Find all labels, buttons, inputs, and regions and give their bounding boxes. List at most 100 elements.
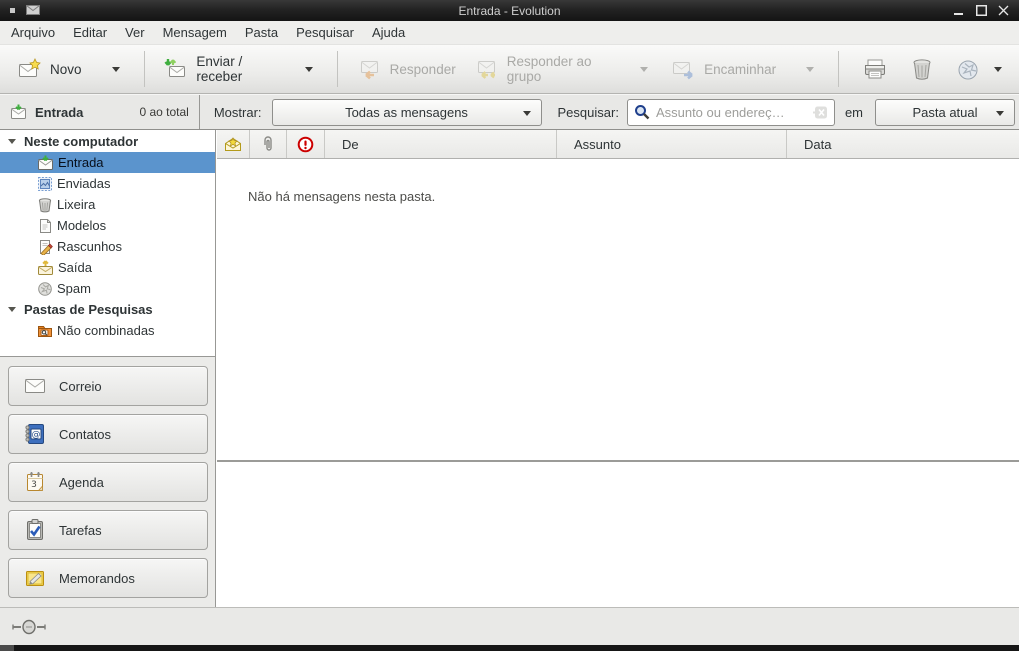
forward-icon <box>671 57 695 81</box>
title-bar: Entrada - Evolution <box>0 0 1019 21</box>
switcher-label: Tarefas <box>59 523 102 538</box>
show-label: Mostrar: <box>214 105 262 120</box>
message-list[interactable]: Não há mensagens nesta pasta. <box>217 159 1019 460</box>
trash-icon <box>910 57 934 81</box>
memos-icon <box>23 566 47 590</box>
junk-icon <box>956 57 980 81</box>
templates-icon <box>37 218 53 234</box>
menu-pasta[interactable]: Pasta <box>236 22 287 43</box>
menu-arquivo[interactable]: Arquivo <box>2 22 64 43</box>
show-filter-dropdown[interactable]: Todas as mensagens <box>272 99 542 126</box>
menu-ajuda[interactable]: Ajuda <box>363 22 414 43</box>
tree-group-this-computer[interactable]: Neste computador <box>0 131 215 152</box>
folder-item-saida[interactable]: Saída <box>0 257 215 278</box>
drafts-icon <box>37 239 53 255</box>
folder-item-rascunhos[interactable]: Rascunhos <box>0 236 215 257</box>
menu-pesquisar[interactable]: Pesquisar <box>287 22 363 43</box>
switcher-contacts-button[interactable]: @ Contatos <box>8 414 208 454</box>
send-receive-label: Enviar / receber <box>196 54 274 84</box>
toolbar-separator <box>838 51 839 87</box>
reply-label: Responder <box>390 62 456 77</box>
send-receive-dropdown-arrow[interactable] <box>300 63 318 76</box>
new-button[interactable]: Novo <box>8 50 134 88</box>
expander-icon[interactable] <box>8 307 16 312</box>
folder-item-modelos[interactable]: Modelos <box>0 215 215 236</box>
toolbar-separator <box>337 51 338 87</box>
menu-editar[interactable]: Editar <box>64 22 116 43</box>
search-scope-dropdown[interactable]: Pasta atual <box>875 99 1015 126</box>
print-button[interactable] <box>853 50 897 88</box>
svg-text:3: 3 <box>31 480 37 490</box>
reply-icon <box>357 57 381 81</box>
expander-icon[interactable] <box>8 139 16 144</box>
switcher-mail-button[interactable]: Correio <box>8 366 208 406</box>
group-label: Pastas de Pesquisas <box>24 302 153 317</box>
folder-name: Entrada <box>35 105 83 120</box>
toolbar-overflow-arrow[interactable] <box>989 63 1007 76</box>
delete-button[interactable] <box>901 50 943 88</box>
reply-group-label: Responder ao grupo <box>507 54 610 84</box>
column-date[interactable]: Data <box>787 130 1019 158</box>
switcher-label: Contatos <box>59 427 111 442</box>
reply-group-icon <box>474 57 498 81</box>
trash-icon <box>37 197 53 213</box>
tree-group-search-folders[interactable]: Pastas de Pesquisas <box>0 299 215 320</box>
new-dropdown-arrow[interactable] <box>107 63 125 76</box>
window-menu-dot-icon[interactable] <box>10 8 15 13</box>
switcher-label: Agenda <box>59 475 104 490</box>
empty-folder-message: Não há mensagens nesta pasta. <box>248 189 435 204</box>
folder-bar: Entrada 0 ao total Mostrar: Todas as men… <box>0 94 1019 130</box>
new-mail-icon <box>17 57 41 81</box>
switcher-label: Memorandos <box>59 571 135 586</box>
reply-group-button[interactable]: Responder ao grupo <box>465 50 662 88</box>
switcher-calendar-button[interactable]: 3 Agenda <box>8 462 208 502</box>
spam-icon <box>37 281 53 297</box>
folder-label: Modelos <box>57 218 106 233</box>
column-subject-label: Assunto <box>574 137 621 152</box>
forward-dropdown-arrow[interactable] <box>801 63 819 76</box>
clear-search-icon[interactable] <box>813 106 828 119</box>
column-attachment[interactable] <box>250 130 287 158</box>
reply-group-dropdown-arrow[interactable] <box>635 63 653 76</box>
folder-item-lixeira[interactable]: Lixeira <box>0 194 215 215</box>
close-button[interactable] <box>995 3 1011 18</box>
column-status[interactable] <box>217 130 250 158</box>
online-status-button[interactable] <box>12 619 48 635</box>
column-subject[interactable]: Assunto <box>557 130 787 158</box>
switcher-label: Correio <box>59 379 102 394</box>
view-switcher: Correio @ Contatos 3 <box>0 357 216 607</box>
column-from[interactable]: De <box>325 130 557 158</box>
search-folder-icon <box>37 323 53 339</box>
folder-tree: Neste computador Entrada Enviadas <box>0 130 216 357</box>
group-label: Neste computador <box>24 134 138 149</box>
search-input[interactable] <box>656 105 813 120</box>
tasks-icon <box>23 518 47 542</box>
folder-item-enviadas[interactable]: Enviadas <box>0 173 215 194</box>
menu-ver[interactable]: Ver <box>116 22 154 43</box>
search-panel: Mostrar: Todas as mensagens Pesquisar: <box>200 95 1019 129</box>
forward-button[interactable]: Encaminhar <box>662 50 828 88</box>
forward-label: Encaminhar <box>704 62 776 77</box>
maximize-button[interactable] <box>973 3 989 18</box>
folder-label: Não combinadas <box>57 323 155 338</box>
junk-button[interactable] <box>947 50 989 88</box>
window-title: Entrada - Evolution <box>0 4 1019 18</box>
preview-pane[interactable] <box>217 462 1019 607</box>
minimize-button[interactable] <box>951 3 967 18</box>
folder-item-spam[interactable]: Spam <box>0 278 215 299</box>
folder-item-entrada[interactable]: Entrada <box>0 152 215 173</box>
column-priority[interactable] <box>287 130 325 158</box>
toolbar-separator <box>144 51 145 87</box>
folder-item-nao-combinadas[interactable]: Não combinadas <box>0 320 215 341</box>
menu-mensagem[interactable]: Mensagem <box>154 22 236 43</box>
message-status-icon <box>224 137 242 152</box>
send-receive-button[interactable]: Enviar / receber <box>154 50 326 88</box>
column-from-label: De <box>342 137 359 152</box>
printer-icon <box>862 57 888 81</box>
switcher-tasks-button[interactable]: Tarefas <box>8 510 208 550</box>
switcher-memos-button[interactable]: Memorandos <box>8 558 208 598</box>
reply-button[interactable]: Responder <box>348 50 465 88</box>
priority-icon <box>297 136 314 153</box>
app-envelope-icon <box>26 5 40 15</box>
contacts-icon: @ <box>23 422 47 446</box>
